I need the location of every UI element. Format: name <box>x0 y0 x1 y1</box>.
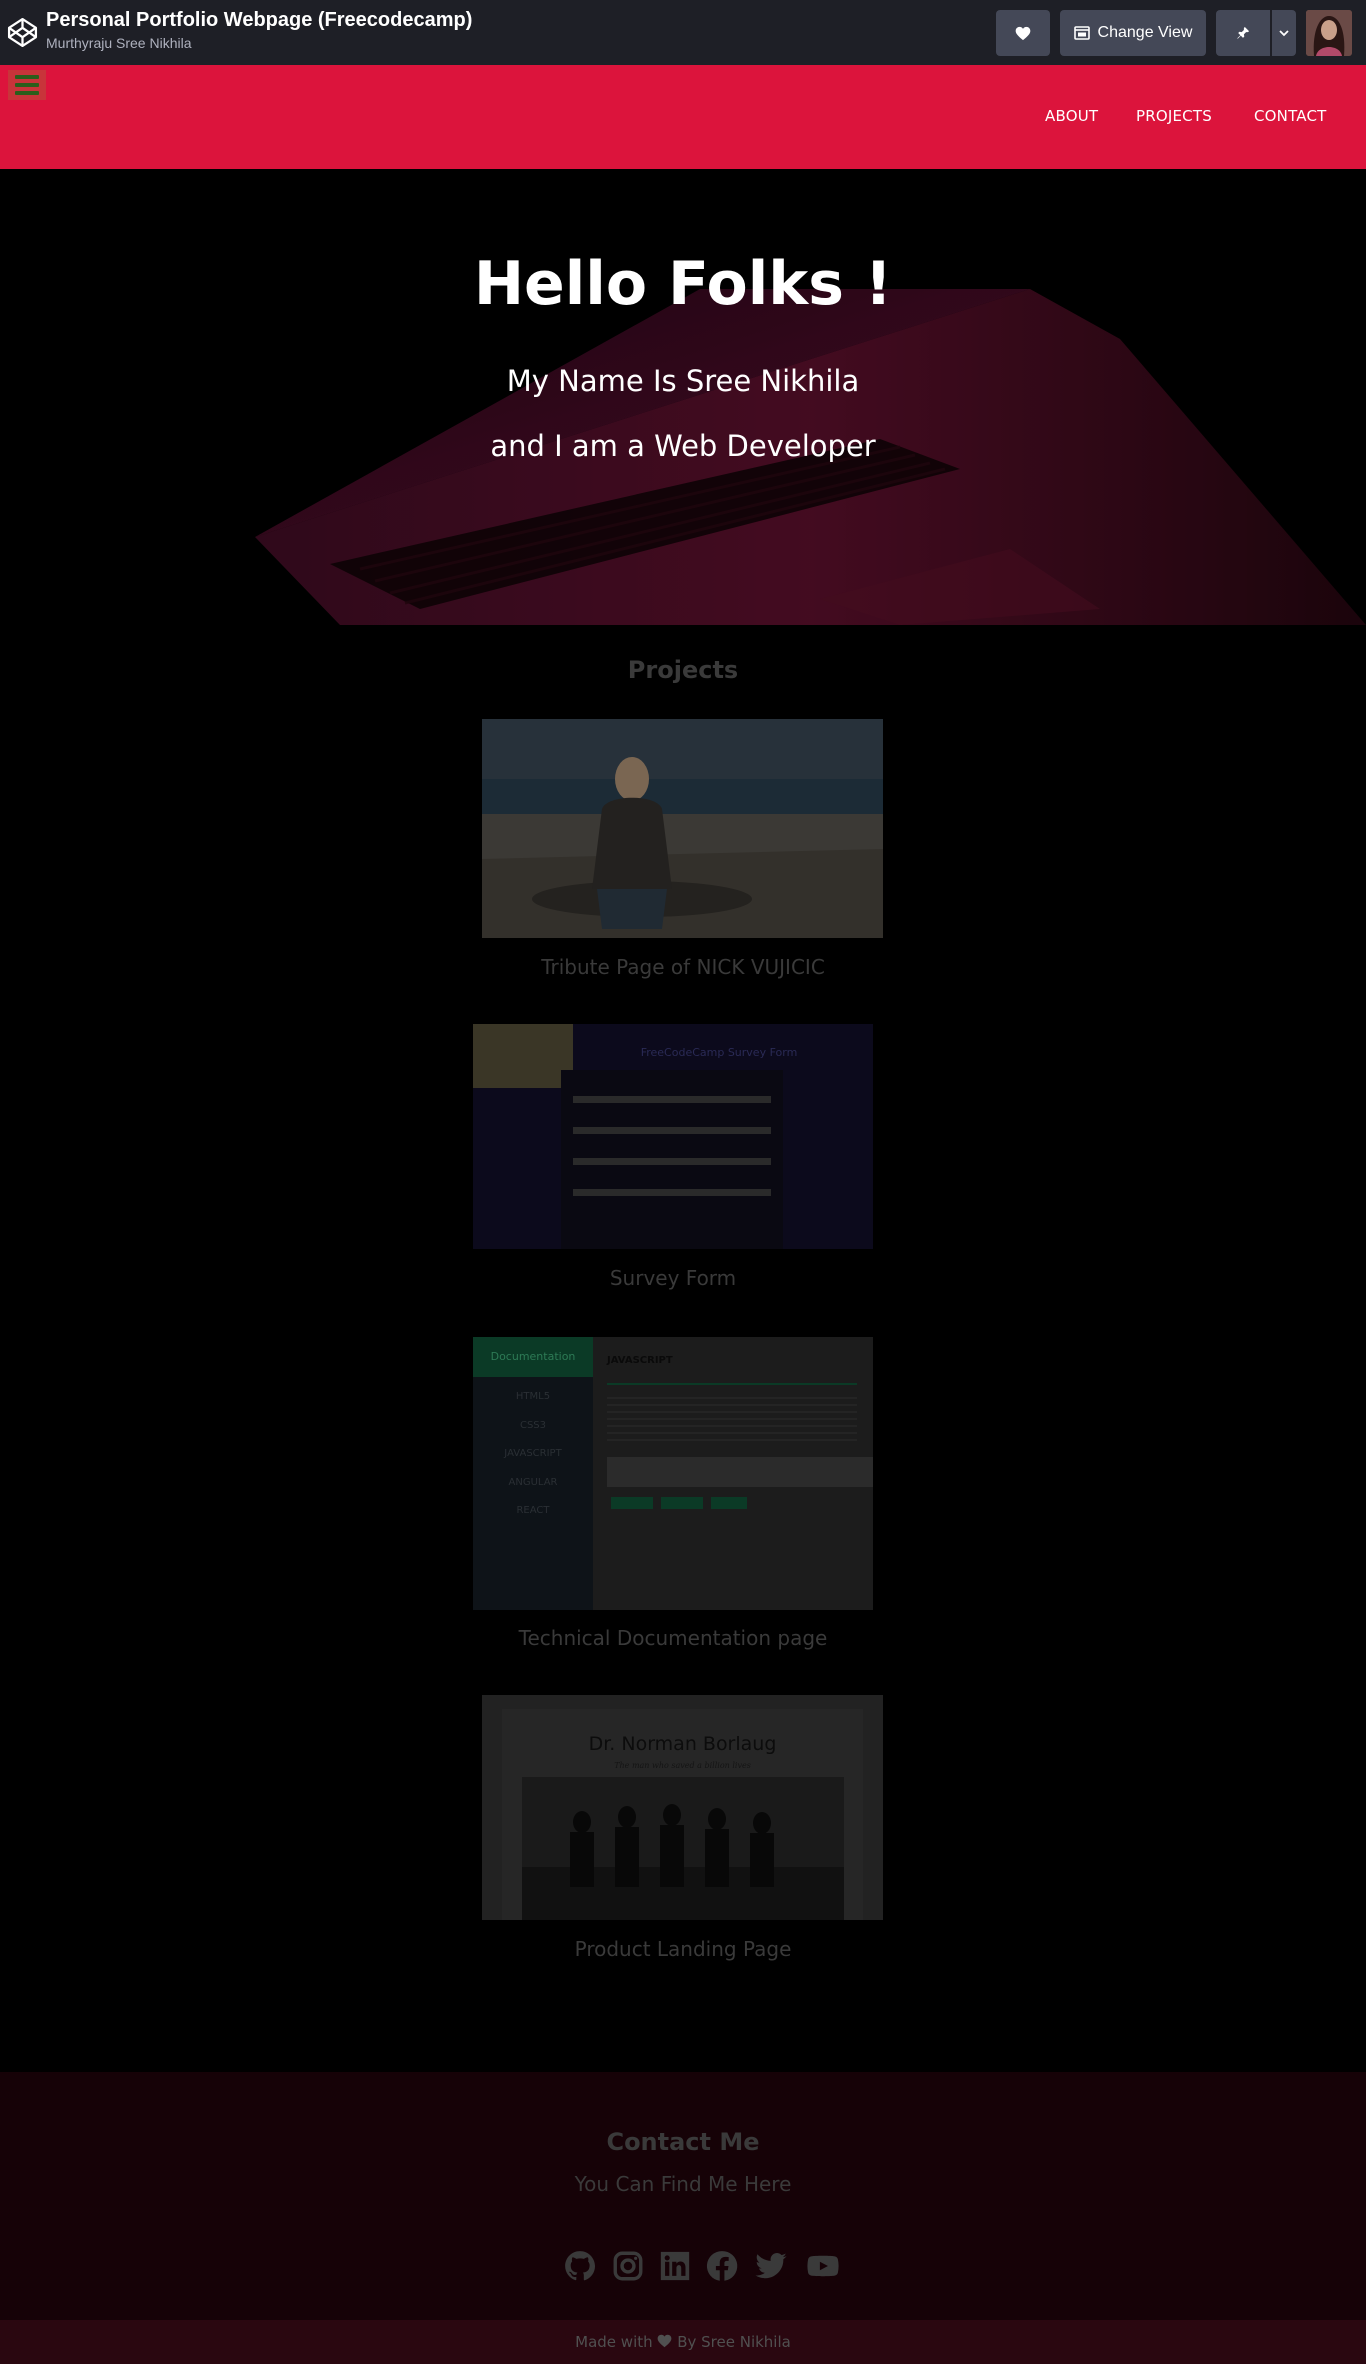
docs-thumb-heading: JAVASCRIPT <box>607 1355 673 1366</box>
project-landing-thumbnail[interactable]: Dr. Norman Borlaug The man who saved a b… <box>482 1695 883 1920</box>
github-icon[interactable] <box>563 2249 597 2283</box>
docs-thumb-brand: Documentation <box>473 1337 593 1377</box>
footer-made-with: Made with <box>575 2333 653 2351</box>
project-tribute-thumbnail[interactable] <box>482 719 883 938</box>
linkedin-icon[interactable] <box>658 2249 692 2283</box>
docs-thumb-menu-item: ANGULAR <box>508 1476 558 1488</box>
change-view-button[interactable]: Change View <box>1060 10 1206 56</box>
survey-thumb-title: FreeCodeCamp Survey Form <box>640 1046 798 1059</box>
user-avatar[interactable] <box>1306 10 1352 56</box>
twitter-icon[interactable] <box>754 2249 788 2283</box>
hero-role-line: and I am a Web Developer <box>490 429 876 463</box>
nav-projects[interactable]: PROJECTS <box>1136 107 1212 125</box>
nav-contact[interactable]: CONTACT <box>1254 107 1327 125</box>
project-landing-caption[interactable]: Product Landing Page <box>0 1937 1366 1961</box>
project-survey-thumbnail[interactable]: FreeCodeCamp Survey Form <box>473 1024 873 1249</box>
footer: Made with By Sree Nikhila <box>0 2320 1366 2364</box>
docs-thumb-menu-item: HTML5 <box>515 1391 551 1402</box>
contact-heading: Contact Me <box>606 2128 760 2156</box>
landing-thumb-title: Dr. Norman Borlaug <box>588 1733 777 1755</box>
hero-section: Hello Folks ! My Name Is Sree Nikhila an… <box>0 169 1366 625</box>
contact-subtitle: You Can Find Me Here <box>574 2172 792 2196</box>
pin-button[interactable] <box>1216 10 1270 56</box>
hamburger-menu-icon[interactable] <box>8 70 46 100</box>
youtube-icon[interactable] <box>806 2249 840 2283</box>
pin-icon <box>1237 26 1250 39</box>
instagram-icon[interactable] <box>611 2249 645 2283</box>
landing-thumb-subtitle: The man who saved a billion lives <box>614 1761 751 1770</box>
facebook-icon[interactable] <box>705 2249 739 2283</box>
hero-title: Hello Folks ! <box>473 249 893 319</box>
projects-heading: Projects <box>627 656 739 684</box>
pen-author[interactable]: Murthyraju Sree Nikhila <box>46 35 192 51</box>
codepen-header: Personal Portfolio Webpage (Freecodecamp… <box>0 0 1366 65</box>
heart-icon <box>1015 26 1031 40</box>
nav-about[interactable]: ABOUT <box>1045 107 1098 125</box>
pen-title: Personal Portfolio Webpage (Freecodecamp… <box>46 9 473 31</box>
project-docs-thumbnail[interactable]: Documentation HTML5 CSS3 JAVASCRIPT ANGU… <box>473 1337 873 1610</box>
project-tribute-caption[interactable]: Tribute Page of NICK VUJICIC <box>0 955 1366 979</box>
footer-by: By Sree Nikhila <box>677 2333 791 2351</box>
pin-dropdown-button[interactable] <box>1272 10 1296 56</box>
heart-icon <box>658 2334 672 2348</box>
site-navbar: ABOUT PROJECTS CONTACT <box>0 65 1366 169</box>
docs-thumb-menu-item: CSS3 <box>519 1419 547 1431</box>
project-survey-caption[interactable]: Survey Form <box>473 1266 873 1290</box>
project-docs-caption[interactable]: Technical Documentation page <box>473 1626 873 1650</box>
layout-icon <box>1073 26 1090 40</box>
change-view-label: Change View <box>1097 24 1193 41</box>
docs-thumb-menu-item: JAVASCRIPT <box>504 1448 562 1459</box>
hero-name-line: My Name Is Sree Nikhila <box>506 364 860 398</box>
contact-section: Contact Me You Can Find Me Here <box>0 2072 1366 2320</box>
codepen-logo-icon[interactable] <box>6 16 39 49</box>
love-button[interactable] <box>996 10 1050 56</box>
chevron-down-icon <box>1279 29 1289 36</box>
docs-thumb-menu-item: REACT <box>516 1505 550 1516</box>
